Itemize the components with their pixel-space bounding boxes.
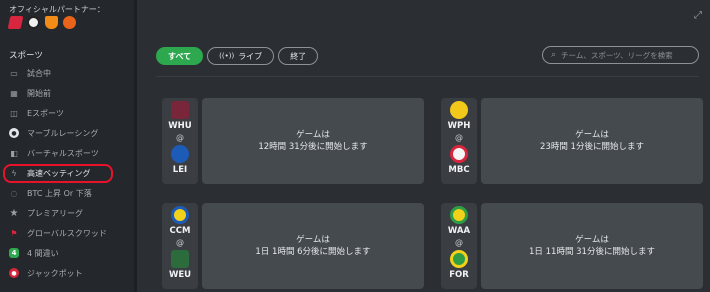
sidebar-item-four-mistakes[interactable]: 4 4 間違い [0,243,134,263]
star-icon: ★ [9,207,19,219]
main-content: ⤢ すべて ((•)) ライブ 終了 ⌕ チーム、スポーツ、リーグを検索 WHU… [137,0,710,292]
sidebar-item-in-play[interactable]: ▭ 試合中 [0,63,134,83]
home-team-crest-icon [450,206,468,224]
sidebar-item-label: 試合中 [27,68,51,78]
match-countdown-panel: ゲームは 1日 11時間 31分後に開始します [481,203,703,289]
live-icon: ((•)) [219,52,235,60]
match-teams: WPH @ MBC [441,98,477,184]
squad-icon: ⚑ [10,228,18,238]
versus-symbol: @ [176,133,184,142]
match-teams: CCM @ WEU [162,203,198,289]
search-input[interactable]: ⌕ チーム、スポーツ、リーグを検索 [542,46,699,64]
match-card[interactable]: WHU @ LEI ゲームは 12時間 31分後に開始します [162,98,424,184]
filter-live-label: ライブ [238,51,263,61]
filter-live-button[interactable]: ((•)) ライブ [207,47,275,65]
home-team-code: WHU [168,121,192,131]
sidebar-item-label: マーブルレーシング [27,128,99,138]
sidebar-item-marble-racing[interactable]: ● マーブルレーシング [0,123,134,143]
match-teams: WHU @ LEI [162,98,198,184]
divider [156,76,699,77]
away-team-crest-icon [450,250,468,268]
versus-symbol: @ [455,238,463,247]
sidebar-item-global-squad[interactable]: ⚑ グローバルスクワッド [0,223,134,243]
search-placeholder: チーム、スポーツ、リーグを検索 [561,50,673,60]
sidebar-item-label: Eスポーツ [27,108,64,118]
countdown-text: 12時間 31分後に開始します [258,142,368,152]
match-card[interactable]: WAA @ FOR ゲームは 1日 11時間 31分後に開始します [441,203,703,289]
home-team-code: WAA [447,226,471,236]
sidebar-item-label: ジャックポット [27,268,83,278]
sidebar-item-btc[interactable]: ◌ BTC 上昇 Or 下落 [0,183,134,203]
highlight-outline [3,164,113,183]
jackpot-icon: ● [9,268,19,278]
home-team-crest-icon [171,206,189,224]
filter-finished-button[interactable]: 終了 [278,47,319,65]
sidebar-item-label: プレミアリーグ [27,208,83,218]
away-team-code: MBC [448,165,470,175]
sports-nav: ▭ 試合中 ▦ 開始前 ◫ Eスポーツ ● マーブルレーシング ◧ バーチャルス… [0,63,134,283]
sidebar-item-upcoming[interactable]: ▦ 開始前 [0,83,134,103]
home-team-code: CCM [169,226,191,236]
home-team-crest-icon [450,101,468,119]
partner-logo-icon[interactable] [45,16,58,29]
sports-section-title: スポーツ [9,51,43,61]
monitor-icon: ▭ [10,68,18,78]
match-countdown-panel: ゲームは 1日 1時間 6分後に開始します [202,203,424,289]
away-team-code: WEU [168,270,192,280]
bitcoin-icon: ◌ [10,188,18,198]
app-root: オフィシャルパートナー： スポーツ ▭ 試合中 ▦ 開始前 ◫ Eスポーツ ● [0,0,710,292]
away-team-code: LEI [172,165,188,175]
countdown-text: 23時間 1分後に開始します [540,142,644,152]
sidebar-item-label: グローバルスクワッド [27,228,107,238]
countdown-title: ゲームは [575,235,609,245]
countdown-title: ゲームは [575,130,609,140]
away-team-code: FOR [449,270,469,280]
countdown-title: ゲームは [296,130,330,140]
home-team-crest-icon [171,101,189,119]
sidebar-item-label: 4 間違い [27,248,59,258]
marble-icon: ● [9,128,19,138]
sidebar-item-label: BTC 上昇 Or 下落 [27,188,92,198]
partner-logos [7,16,76,29]
sidebar-item-virtual-sports[interactable]: ◧ バーチャルスポーツ [0,143,134,163]
sidebar-item-label: 開始前 [27,88,51,98]
sidebar-item-fast-betting[interactable]: ϟ 高速ベッティング [0,163,134,183]
match-card[interactable]: WPH @ MBC ゲームは 23時間 1分後に開始します [441,98,703,184]
match-countdown-panel: ゲームは 23時間 1分後に開始します [481,98,703,184]
versus-symbol: @ [176,238,184,247]
search-icon: ⌕ [551,50,557,60]
sidebar-item-esports[interactable]: ◫ Eスポーツ [0,103,134,123]
virtual-icon: ◧ [10,148,18,158]
sidebar-item-jackpot[interactable]: ● ジャックポット [0,263,134,283]
partners-label: オフィシャルパートナー： [9,5,105,14]
match-card[interactable]: CCM @ WEU ゲームは 1日 1時間 6分後に開始します [162,203,424,289]
away-team-crest-icon [171,145,189,163]
away-team-crest-icon [450,145,468,163]
partner-logo-icon[interactable] [27,16,40,29]
partner-logo-icon[interactable] [7,16,24,29]
expand-icon[interactable]: ⤢ [694,10,702,21]
match-countdown-panel: ゲームは 12時間 31分後に開始します [202,98,424,184]
sidebar-item-label: バーチャルスポーツ [27,148,99,158]
calendar-icon: ▦ [10,88,18,98]
filter-tabs: すべて ((•)) ライブ 終了 [156,47,319,65]
away-team-crest-icon [171,250,189,268]
gamepad-icon: ◫ [10,108,18,118]
four-icon: 4 [9,248,19,258]
filter-all-button[interactable]: すべて [156,47,204,65]
versus-symbol: @ [455,133,463,142]
partner-logo-icon[interactable] [63,16,76,29]
countdown-text: 1日 11時間 31分後に開始します [529,247,655,257]
sidebar-item-premier-league[interactable]: ★ プレミアリーグ [0,203,134,223]
home-team-code: WPH [447,121,471,131]
countdown-text: 1日 1時間 6分後に開始します [255,247,371,257]
sidebar: オフィシャルパートナー： スポーツ ▭ 試合中 ▦ 開始前 ◫ Eスポーツ ● [0,0,134,292]
match-teams: WAA @ FOR [441,203,477,289]
countdown-title: ゲームは [296,235,330,245]
